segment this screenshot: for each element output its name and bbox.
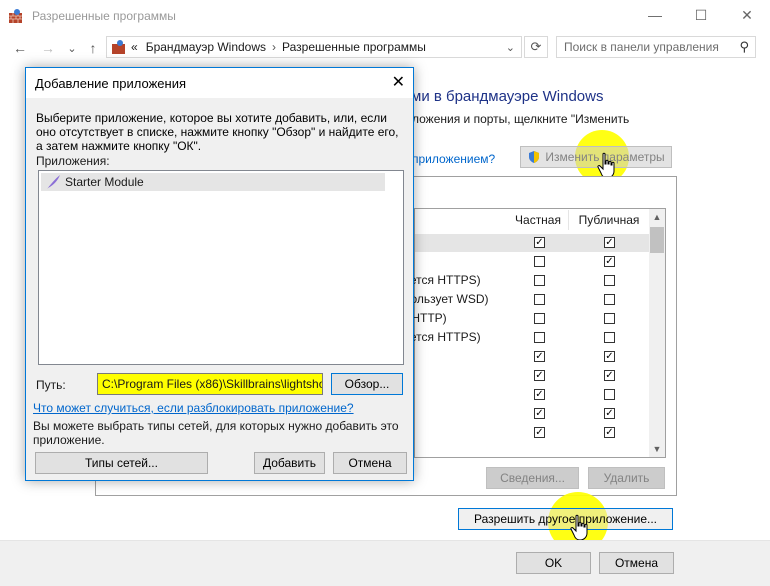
private-checkbox[interactable] [534, 237, 545, 248]
risk-link[interactable]: приложением? [412, 152, 495, 166]
public-checkbox[interactable] [604, 370, 615, 381]
cancel-button[interactable]: Отмена [599, 552, 674, 574]
private-checkbox[interactable] [534, 275, 545, 286]
browse-button[interactable]: Обзор... [331, 373, 403, 395]
breadcrumb-firewall[interactable]: Брандмауэр Windows [146, 40, 266, 54]
remove-button[interactable]: Удалить [588, 467, 665, 489]
back-icon[interactable]: ← [10, 38, 30, 58]
public-checkbox[interactable] [604, 237, 615, 248]
apps-list[interactable]: Starter Module [38, 170, 404, 365]
maximize-button[interactable]: ☐ [678, 0, 724, 30]
address-bar[interactable]: « Брандмауэр Windows › Разрешенные прогр… [106, 36, 522, 58]
firewall-breadcrumb-icon [112, 40, 125, 54]
private-checkbox[interactable] [534, 256, 545, 267]
minimize-button[interactable]: — [632, 0, 678, 30]
path-input[interactable]: C:\Program Files (x86)\Skillbrains\light… [97, 373, 323, 395]
breadcrumb-allowed-programs[interactable]: Разрешенные программы [282, 40, 426, 54]
private-checkbox[interactable] [534, 313, 545, 324]
dialog-title: Добавление приложения [35, 76, 187, 91]
page-subtext: ложения и порты, щелкните "Изменить [412, 112, 630, 126]
search-placeholder: Поиск в панели управления [564, 40, 719, 54]
dialog-description: Выберите приложение, которое вы хотите д… [36, 111, 399, 153]
private-checkbox[interactable] [534, 370, 545, 381]
private-checkbox[interactable] [534, 351, 545, 362]
forward-icon[interactable]: → [38, 38, 58, 58]
public-checkbox[interactable] [604, 351, 615, 362]
address-dropdown-icon[interactable]: ⌄ [506, 41, 515, 54]
up-icon[interactable]: ↑ [83, 38, 103, 58]
add-app-dialog: Добавление приложения ✕ Выберите приложе… [25, 67, 414, 481]
breadcrumb-overflow-icon[interactable]: « [131, 40, 138, 54]
public-checkbox[interactable] [604, 256, 615, 267]
maximize-icon: ☐ [694, 6, 708, 23]
private-checkbox[interactable] [534, 427, 545, 438]
search-icon: ⚲ [739, 39, 749, 54]
network-note: Вы можете выбрать типы сетей, для которы… [33, 419, 399, 447]
scroll-up-icon[interactable]: ▲ [649, 209, 665, 225]
private-checkbox[interactable] [534, 389, 545, 400]
public-checkbox[interactable] [604, 427, 615, 438]
dialog-cancel-button[interactable]: Отмена [333, 452, 407, 474]
dialog-close-icon[interactable]: ✕ [392, 72, 405, 92]
refresh-button[interactable]: ⟳ [524, 36, 548, 58]
list-item[interactable]: Starter Module [41, 173, 385, 191]
column-public[interactable]: Публичная [569, 210, 649, 230]
uac-shield-icon [529, 151, 540, 163]
page-heading: ми в брандмауэре Windows [411, 88, 604, 105]
hand-cursor-icon-2 [570, 514, 588, 541]
refresh-icon: ⟳ [530, 39, 542, 54]
feather-app-icon [47, 175, 60, 189]
private-checkbox[interactable] [534, 332, 545, 343]
breadcrumb-separator-icon: › [272, 40, 277, 54]
table-row-text: уется HTTPS) [404, 330, 481, 344]
path-label: Путь: [36, 378, 66, 392]
allow-another-app-button[interactable]: Разрешить другое приложение... [458, 508, 673, 530]
window-title: Разрешенные программы [32, 9, 176, 23]
network-types-button[interactable]: Типы сетей... [35, 452, 208, 474]
public-checkbox[interactable] [604, 389, 615, 400]
public-checkbox[interactable] [604, 332, 615, 343]
close-button[interactable]: ✕ [724, 0, 770, 30]
dialog-risk-link[interactable]: Что может случиться, если разблокировать… [33, 401, 354, 415]
public-checkbox[interactable] [604, 313, 615, 324]
close-icon: ✕ [741, 6, 753, 23]
public-checkbox[interactable] [604, 275, 615, 286]
firewall-app-icon [9, 9, 22, 23]
scroll-down-icon[interactable]: ▼ [649, 441, 665, 457]
public-checkbox[interactable] [604, 408, 615, 419]
ok-button[interactable]: OK [516, 552, 591, 574]
search-input[interactable]: Поиск в панели управления ⚲ [556, 36, 756, 58]
details-button[interactable]: Сведения... [486, 467, 579, 489]
add-button[interactable]: Добавить [254, 452, 325, 474]
change-settings-button[interactable]: Изменить параметры [520, 146, 672, 168]
app-name: Starter Module [65, 175, 144, 189]
private-checkbox[interactable] [534, 294, 545, 305]
private-checkbox[interactable] [534, 408, 545, 419]
recent-locations-icon[interactable]: ⌄ [62, 38, 82, 58]
column-private[interactable]: Частная [508, 210, 568, 230]
minimize-icon: — [648, 7, 662, 23]
table-row-text: пользует WSD) [404, 292, 489, 306]
table-row-text: уется HTTPS) [404, 273, 481, 287]
scroll-thumb[interactable] [650, 227, 664, 253]
public-checkbox[interactable] [604, 294, 615, 305]
apps-label: Приложения: [36, 154, 110, 168]
